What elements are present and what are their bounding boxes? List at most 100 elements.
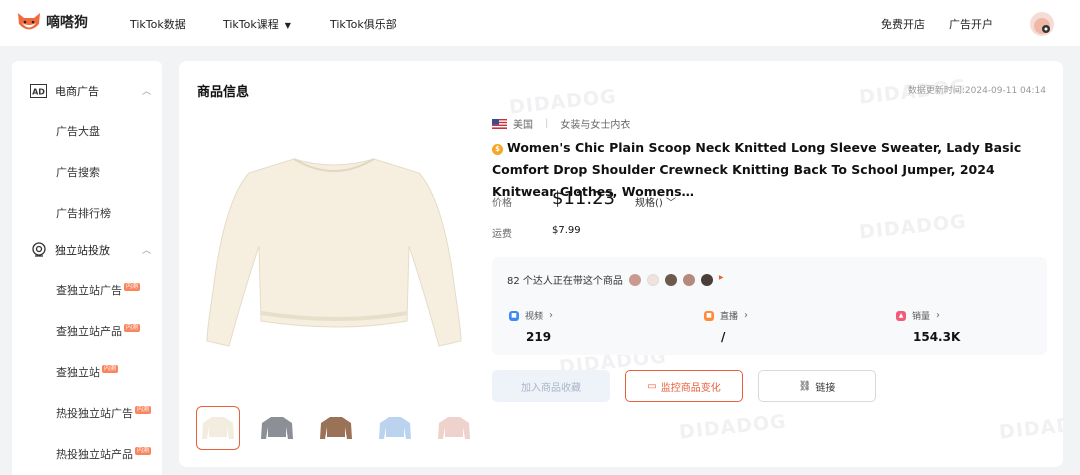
product-image[interactable] — [199, 141, 469, 381]
beta-badge: 内测 — [124, 283, 141, 291]
fox-logo-icon — [18, 13, 40, 30]
influencer-avatar — [646, 273, 659, 286]
thumbnail[interactable] — [314, 406, 358, 450]
sidebar-item-hot-standalone-products[interactable]: 热投独立站产品 内测 — [56, 446, 152, 462]
user-avatar[interactable] — [1030, 12, 1054, 36]
beta-badge: 内测 — [124, 324, 141, 332]
stat-label: 销量 — [912, 312, 931, 322]
link-icon: ⛓ — [798, 380, 812, 392]
sidebar: AD 电商广告 ︿ 广告大盘 广告搜索 广告排行榜 独立站投放 ︿ 查独立站广告… — [12, 61, 162, 475]
influencer-avatars: ▶ — [628, 273, 724, 286]
thumb-shape — [320, 417, 352, 439]
sidebar-item-label: 热投独立站产品 — [56, 448, 133, 461]
sidebar-item-hot-standalone-ads[interactable]: 热投独立站广告 内测 — [56, 405, 152, 421]
stat-videos[interactable]: ■ 视频 › 219 — [509, 309, 553, 344]
beta-badge: 内测 — [135, 447, 152, 455]
thumbnail[interactable] — [255, 406, 299, 450]
coin-icon: $ — [492, 144, 503, 155]
target-icon — [30, 241, 47, 258]
sidebar-item-label: 查独立站产品 — [56, 325, 122, 338]
country: 美国 — [513, 120, 533, 131]
thumbnail-strip — [196, 406, 491, 450]
sidebar-item-standalone-sites[interactable]: 查独立站 内测 — [56, 364, 119, 380]
nav-tiktok-courses-label: TikTok课程 — [223, 18, 279, 31]
chevron-up-icon: ︿ — [142, 246, 152, 256]
spec-dropdown[interactable]: 规格() ﹀ — [635, 194, 676, 209]
product-meta: 美国 | 女装与女士内衣 — [492, 116, 630, 131]
stat-value: / — [721, 330, 726, 344]
sidebar-item-ad-ranking[interactable]: 广告排行榜 — [56, 205, 111, 221]
sidebar-group-label: 电商广告 — [55, 84, 99, 98]
svg-text:AD: AD — [32, 87, 45, 96]
sidebar-item-ad-dashboard[interactable]: 广告大盘 — [56, 123, 100, 139]
sidebar-item-standalone-products[interactable]: 查独立站产品 内测 — [56, 323, 141, 339]
stat-label: 视频 — [525, 312, 544, 322]
logo[interactable]: 嘀嗒狗 — [16, 10, 88, 34]
thumb-shape — [261, 417, 293, 439]
beta-badge: 内测 — [135, 406, 152, 414]
app-name: 嘀嗒狗 — [46, 15, 88, 31]
sidebar-item-label: 查独立站 — [56, 366, 100, 379]
influencer-avatar — [700, 273, 713, 286]
button-label: 监控商品变化 — [660, 382, 721, 394]
sidebar-group-standalone[interactable]: 独立站投放 ︿ — [30, 241, 151, 258]
thumb-shape — [379, 417, 411, 439]
chevron-right-icon: › — [936, 310, 941, 321]
button-label: 加入商品收藏 — [521, 382, 581, 394]
shipping-value: $7.99 — [552, 225, 581, 236]
influencer-line[interactable]: 82 个达人正在带这个商品 ▶ — [507, 272, 724, 287]
product-link-button[interactable]: ⛓ 链接 — [758, 370, 876, 402]
price-value: $11.23 — [552, 188, 615, 209]
avatar-icon — [1034, 18, 1050, 34]
stat-sales[interactable]: ▲ 销量 › 154.3K — [896, 309, 960, 344]
beta-badge: 内测 — [102, 365, 119, 373]
video-icon: ■ — [509, 310, 519, 321]
thumbnail[interactable] — [196, 406, 240, 450]
section-title: 商品信息 — [197, 85, 250, 100]
product-info-card: DIDADOG DIDADOG DIDADOG DIDADOG DIDADOG … — [179, 61, 1063, 467]
nav-ad-account[interactable]: 广告开户 — [949, 16, 993, 32]
category: 女装与女士内衣 — [560, 120, 631, 131]
add-favorite-button[interactable]: 加入商品收藏 — [492, 370, 610, 402]
nav-tiktok-data[interactable]: TikTok数据 — [130, 16, 186, 32]
nav-tiktok-courses[interactable]: TikTok课程 ▼ — [223, 16, 291, 32]
shipping-label: 运费 — [492, 229, 512, 240]
thumbnail[interactable] — [373, 406, 417, 450]
sidebar-item-standalone-ads[interactable]: 查独立站广告 内测 — [56, 282, 141, 298]
caret-down-icon: ▼ — [284, 21, 291, 30]
stat-label: 直播 — [720, 312, 739, 322]
thumbnail[interactable] — [432, 406, 476, 450]
influencer-avatar — [664, 273, 677, 286]
sidebar-group-label: 独立站投放 — [55, 243, 110, 257]
chevron-down-icon: ﹀ — [666, 198, 676, 209]
more-arrow-icon[interactable]: ▶ — [719, 274, 724, 286]
chevron-right-icon: › — [549, 310, 554, 321]
ad-icon: AD — [30, 82, 47, 99]
sidebar-item-ad-search[interactable]: 广告搜索 — [56, 164, 100, 180]
stat-value: 154.3K — [913, 330, 961, 344]
spec-label: 规格() — [635, 198, 663, 209]
chevron-up-icon: ︿ — [142, 87, 152, 97]
nav-tiktok-club[interactable]: TikTok俱乐部 — [330, 16, 397, 32]
sidebar-group-ecommerce-ads[interactable]: AD 电商广告 ︿ — [30, 82, 151, 99]
top-bar: 嘀嗒狗 TikTok数据 TikTok课程 ▼ TikTok俱乐部 免费开店 广告… — [0, 0, 1080, 46]
watermark: DIDADOG — [678, 410, 788, 444]
live-icon: ■ — [704, 310, 714, 321]
update-time: 数据更新时间:2024-09-11 04:14 — [907, 86, 1046, 96]
stats-panel: 82 个达人正在带这个商品 ▶ ■ 视频 › 219 ■ 直播 › / ▲ 销量 › 154… — [492, 257, 1047, 355]
watermark: DIDADOG — [508, 85, 618, 119]
monitor-product-button[interactable]: ▭ 监控商品变化 — [625, 370, 743, 402]
button-label: 链接 — [815, 382, 836, 394]
watermark: DIDADOG — [858, 210, 968, 244]
us-flag-icon — [492, 118, 507, 129]
sidebar-item-label: 热投独立站广告 — [56, 407, 133, 420]
sidebar-item-label: 查独立站广告 — [56, 284, 122, 297]
stat-live[interactable]: ■ 直播 › / — [704, 309, 748, 344]
sales-icon: ▲ — [896, 310, 906, 321]
nav-free-store[interactable]: 免费开店 — [881, 16, 925, 32]
divider: | — [545, 118, 549, 129]
watermark: DIDADOG — [998, 410, 1063, 444]
thumb-shape — [438, 417, 470, 439]
influencer-count: 82 个达人正在带这个商品 — [507, 276, 623, 287]
monitor-icon: ▭ — [647, 380, 657, 392]
